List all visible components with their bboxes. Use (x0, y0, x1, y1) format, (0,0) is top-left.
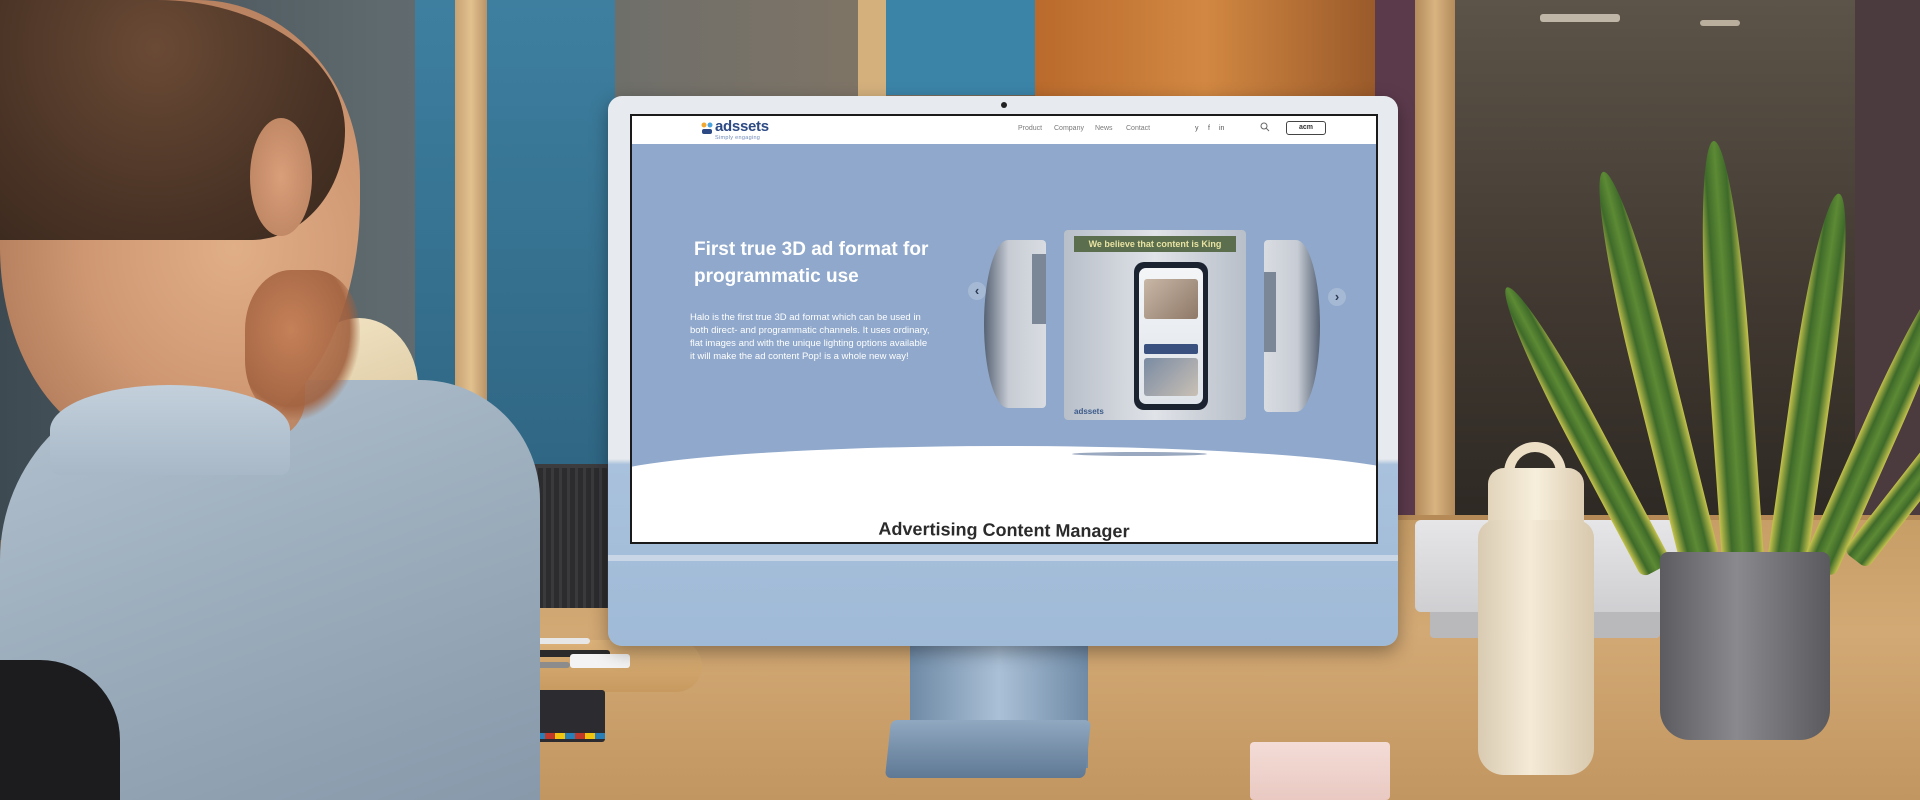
eraser (570, 654, 630, 668)
office-blue-panel-far (885, 0, 1035, 95)
phone-image (1144, 279, 1198, 319)
person-ear (250, 118, 312, 236)
nav-link-news[interactable]: News (1095, 125, 1113, 132)
office-wood-pillar-far (858, 0, 886, 100)
twitter-icon[interactable]: y (1195, 125, 1199, 132)
phone-image (1144, 358, 1198, 396)
imac-chin (608, 555, 1398, 561)
phone-cta (1144, 344, 1198, 354)
site-header: adssets Simply engaging Product Company … (632, 116, 1376, 145)
imac-screen: adssets Simply engaging Product Company … (630, 114, 1378, 544)
nav-link-contact[interactable]: Contact (1126, 125, 1150, 132)
chevron-left-icon[interactable]: ‹ (968, 282, 986, 300)
person-beard (245, 270, 360, 420)
logo-icon (701, 122, 713, 134)
hero-description: Halo is the first true 3D ad format whic… (690, 312, 930, 362)
logo-tagline: Simply engaging (715, 135, 761, 141)
carousel-shadow (1072, 452, 1207, 456)
sticky-notes (1250, 742, 1390, 800)
acm-button[interactable]: acm (1286, 121, 1326, 135)
bottle-lid (1488, 468, 1584, 526)
search-icon[interactable] (1260, 122, 1270, 132)
person-collar (50, 385, 290, 475)
chevron-right-icon[interactable]: › (1328, 288, 1346, 306)
hero-section: First true 3D ad format for programmatic… (632, 144, 1376, 489)
office-background-wood-wall (1035, 0, 1375, 100)
logo-name[interactable]: adssets (715, 118, 769, 135)
hero-title: First true 3D ad format for programmatic… (694, 239, 929, 287)
facebook-icon[interactable]: f (1208, 125, 1210, 132)
plant-pot (1660, 552, 1830, 740)
imac-stand-foot (884, 720, 1092, 778)
nav-link-company[interactable]: Company (1054, 125, 1084, 132)
camera-icon (1001, 102, 1007, 108)
water-bottle (1478, 520, 1594, 775)
carousel-banner: We believe that content is King (1074, 236, 1236, 252)
nav-link-product[interactable]: Product (1018, 125, 1042, 132)
ceiling-light (1540, 14, 1620, 22)
carousel-card-logo: adssets (1074, 407, 1104, 416)
ceiling-light (1700, 20, 1740, 26)
carousel-slide-next-edge (1264, 272, 1276, 352)
office-wood-pillar-right (1415, 0, 1455, 520)
carousel-slide-prev-edge (1032, 254, 1046, 324)
linkedin-icon[interactable]: in (1219, 125, 1224, 132)
